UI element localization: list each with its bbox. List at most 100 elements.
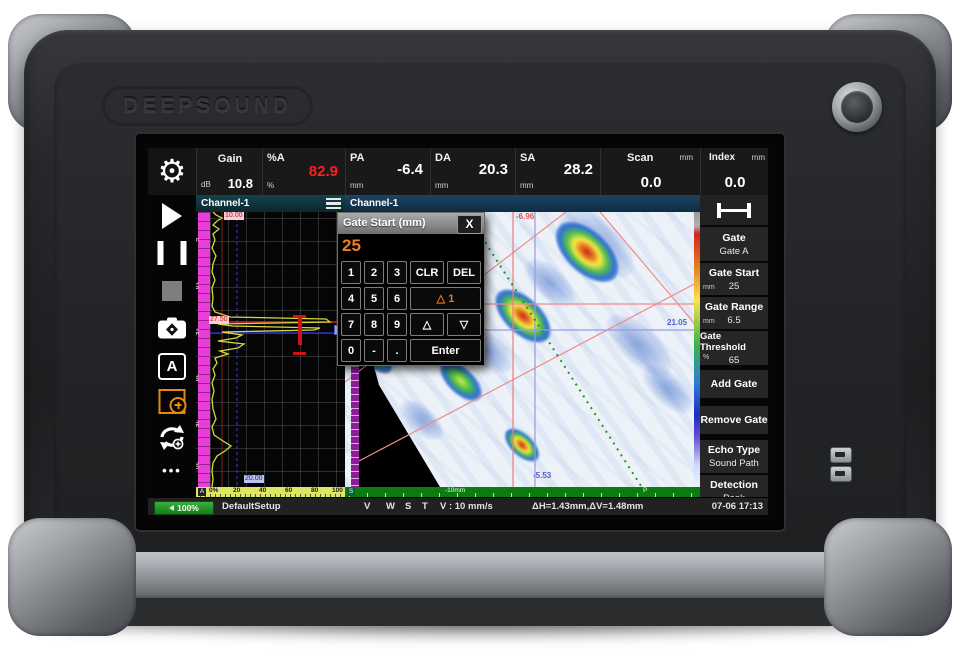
tablet-stand-edge xyxy=(58,552,902,602)
zoom-area-icon[interactable] xyxy=(158,389,187,414)
battery-percent: 100% xyxy=(177,503,199,513)
gate-range-field[interactable]: Gate Range mm 6.5 xyxy=(700,297,768,329)
gate-cursor[interactable] xyxy=(293,315,306,355)
scan-label: Scan xyxy=(627,152,654,164)
remove-gate-button[interactable]: Remove Gate xyxy=(700,406,768,434)
sscan-header[interactable]: Channel-1 xyxy=(345,195,700,212)
da-label: DA xyxy=(435,152,451,164)
gate-threshold-unit: % xyxy=(703,354,710,361)
depth-tick: 40 xyxy=(345,452,351,459)
plus-v xyxy=(177,401,179,409)
gate-start-unit: mm xyxy=(703,284,715,291)
ascan-plot[interactable]: 5 10 15 20 25 30 10.00 27.50 20.00 xyxy=(196,212,345,487)
annotate-icon[interactable]: A xyxy=(158,353,186,380)
menu-icon[interactable] xyxy=(326,198,341,209)
ascan-title: Channel-1 xyxy=(201,198,250,209)
mode-t[interactable]: T xyxy=(422,501,428,512)
magnifier-glyph xyxy=(169,397,187,414)
key-8[interactable]: 8 xyxy=(364,313,384,336)
top-readout-bar: ⚙ Gain dB 10.8 %A % 82.9 PA mm -6.4 DA m… xyxy=(148,148,768,195)
ascan-axis-tag: A xyxy=(198,488,206,496)
axis-tick: 40 xyxy=(259,487,267,494)
more-icon[interactable]: ••• xyxy=(162,463,182,478)
gate-icon-mid xyxy=(720,208,748,212)
key-del[interactable]: DEL xyxy=(447,261,481,284)
key-4[interactable]: 4 xyxy=(341,287,361,310)
index-readout[interactable]: Index mm 0.0 xyxy=(700,148,768,195)
gate-settings-panel: Gate Gate A Gate Start mm 25 Gate Range … xyxy=(700,195,768,508)
numeric-keypad-popup: Gate Start (mm) X 25 1 2 3 CLR DEL 4 5 6… xyxy=(337,212,485,366)
settings-button[interactable]: ⚙ xyxy=(148,148,196,195)
key-step[interactable]: △ 1 xyxy=(410,287,481,310)
setup-name[interactable]: DefaultSetup xyxy=(222,501,281,512)
mode-s[interactable]: S xyxy=(405,501,411,512)
key-down[interactable]: ▽ xyxy=(447,313,481,336)
stop-icon[interactable] xyxy=(162,281,182,301)
key-up[interactable]: △ xyxy=(410,313,444,336)
key-1[interactable]: 1 xyxy=(341,261,361,284)
side-button-slot xyxy=(835,452,845,457)
key-6[interactable]: 6 xyxy=(387,287,407,310)
key-7[interactable]: 7 xyxy=(341,313,361,336)
side-button-lower[interactable] xyxy=(830,466,852,482)
mode-v[interactable]: V xyxy=(364,501,370,512)
key-2[interactable]: 2 xyxy=(364,261,384,284)
ascan-marker-top: 10.00 xyxy=(224,212,244,220)
key-clr[interactable]: CLR xyxy=(410,261,444,284)
gear-icon: ⚙ xyxy=(157,153,187,189)
key-dot[interactable]: . xyxy=(387,339,407,362)
power-button[interactable] xyxy=(832,82,882,132)
gate-select-value: Gate A xyxy=(719,245,749,257)
ascan-header[interactable]: Channel-1 xyxy=(196,195,345,212)
add-gate-button[interactable]: Add Gate xyxy=(700,370,768,398)
gate-range-unit: mm xyxy=(703,318,715,325)
corner-bumper xyxy=(8,518,136,636)
gate-icon xyxy=(717,202,751,218)
sscan-title: Channel-1 xyxy=(350,198,399,209)
sa-label: SA xyxy=(520,152,536,164)
pause-icon[interactable] xyxy=(157,241,187,265)
camera-icon[interactable] xyxy=(157,317,187,339)
ascan-marker-gate: 27.50 xyxy=(209,316,229,324)
da-readout[interactable]: DA mm 20.3 xyxy=(430,148,516,195)
sa-value: 28.2 xyxy=(563,161,593,178)
ascan-waveform xyxy=(210,212,345,487)
amp-unit: % xyxy=(267,181,275,190)
mode-w[interactable]: W xyxy=(386,501,395,512)
gate-range-label: Gate Range xyxy=(704,300,764,313)
gate-threshold-field[interactable]: Gate Threshold % 65 xyxy=(700,331,768,366)
axis-tick: 100 xyxy=(332,487,343,494)
key-5[interactable]: 5 xyxy=(364,287,384,310)
gain-unit: dB xyxy=(201,180,211,189)
scan-readout[interactable]: Scan mm 0.0 xyxy=(600,148,701,195)
play-icon[interactable] xyxy=(162,203,182,229)
zoom-reset-icon[interactable] xyxy=(156,423,188,452)
scan-unit: mm xyxy=(679,153,693,162)
gate-icon-right xyxy=(747,202,751,218)
key-3[interactable]: 3 xyxy=(387,261,407,284)
side-button-upper[interactable] xyxy=(830,447,852,463)
battery-tip xyxy=(169,505,175,511)
amplitude-readout[interactable]: %A % 82.9 xyxy=(262,148,346,195)
keypad-titlebar[interactable]: Gate Start (mm) X xyxy=(338,213,484,234)
depth-tick: 30 xyxy=(345,408,351,415)
gain-readout[interactable]: Gain dB 10.8 xyxy=(196,148,263,195)
close-icon[interactable]: X xyxy=(457,215,482,234)
power-button-core xyxy=(841,91,873,123)
gate-select[interactable]: Gate Gate A xyxy=(700,227,768,261)
gate-start-field[interactable]: Gate Start mm 25 xyxy=(700,263,768,295)
key-enter[interactable]: Enter xyxy=(410,339,481,362)
pa-readout[interactable]: PA mm -6.4 xyxy=(345,148,431,195)
echo-type-field[interactable]: Echo Type Sound Path xyxy=(700,440,768,473)
sscan-axis-marker: P xyxy=(643,487,648,494)
key-minus[interactable]: - xyxy=(364,339,384,362)
screen: ⚙ Gain dB 10.8 %A % 82.9 PA mm -6.4 DA m… xyxy=(148,148,768,515)
sa-readout[interactable]: SA mm 28.2 xyxy=(515,148,601,195)
key-9[interactable]: 9 xyxy=(387,313,407,336)
pa-unit: mm xyxy=(350,181,364,190)
gain-value: 10.8 xyxy=(227,176,253,191)
corner-bumper xyxy=(824,518,952,636)
key-0[interactable]: 0 xyxy=(341,339,361,362)
ascan-amplitude-axis: A 0% 20 40 60 80 100 xyxy=(196,487,345,497)
gate-tool-button[interactable] xyxy=(700,195,768,225)
